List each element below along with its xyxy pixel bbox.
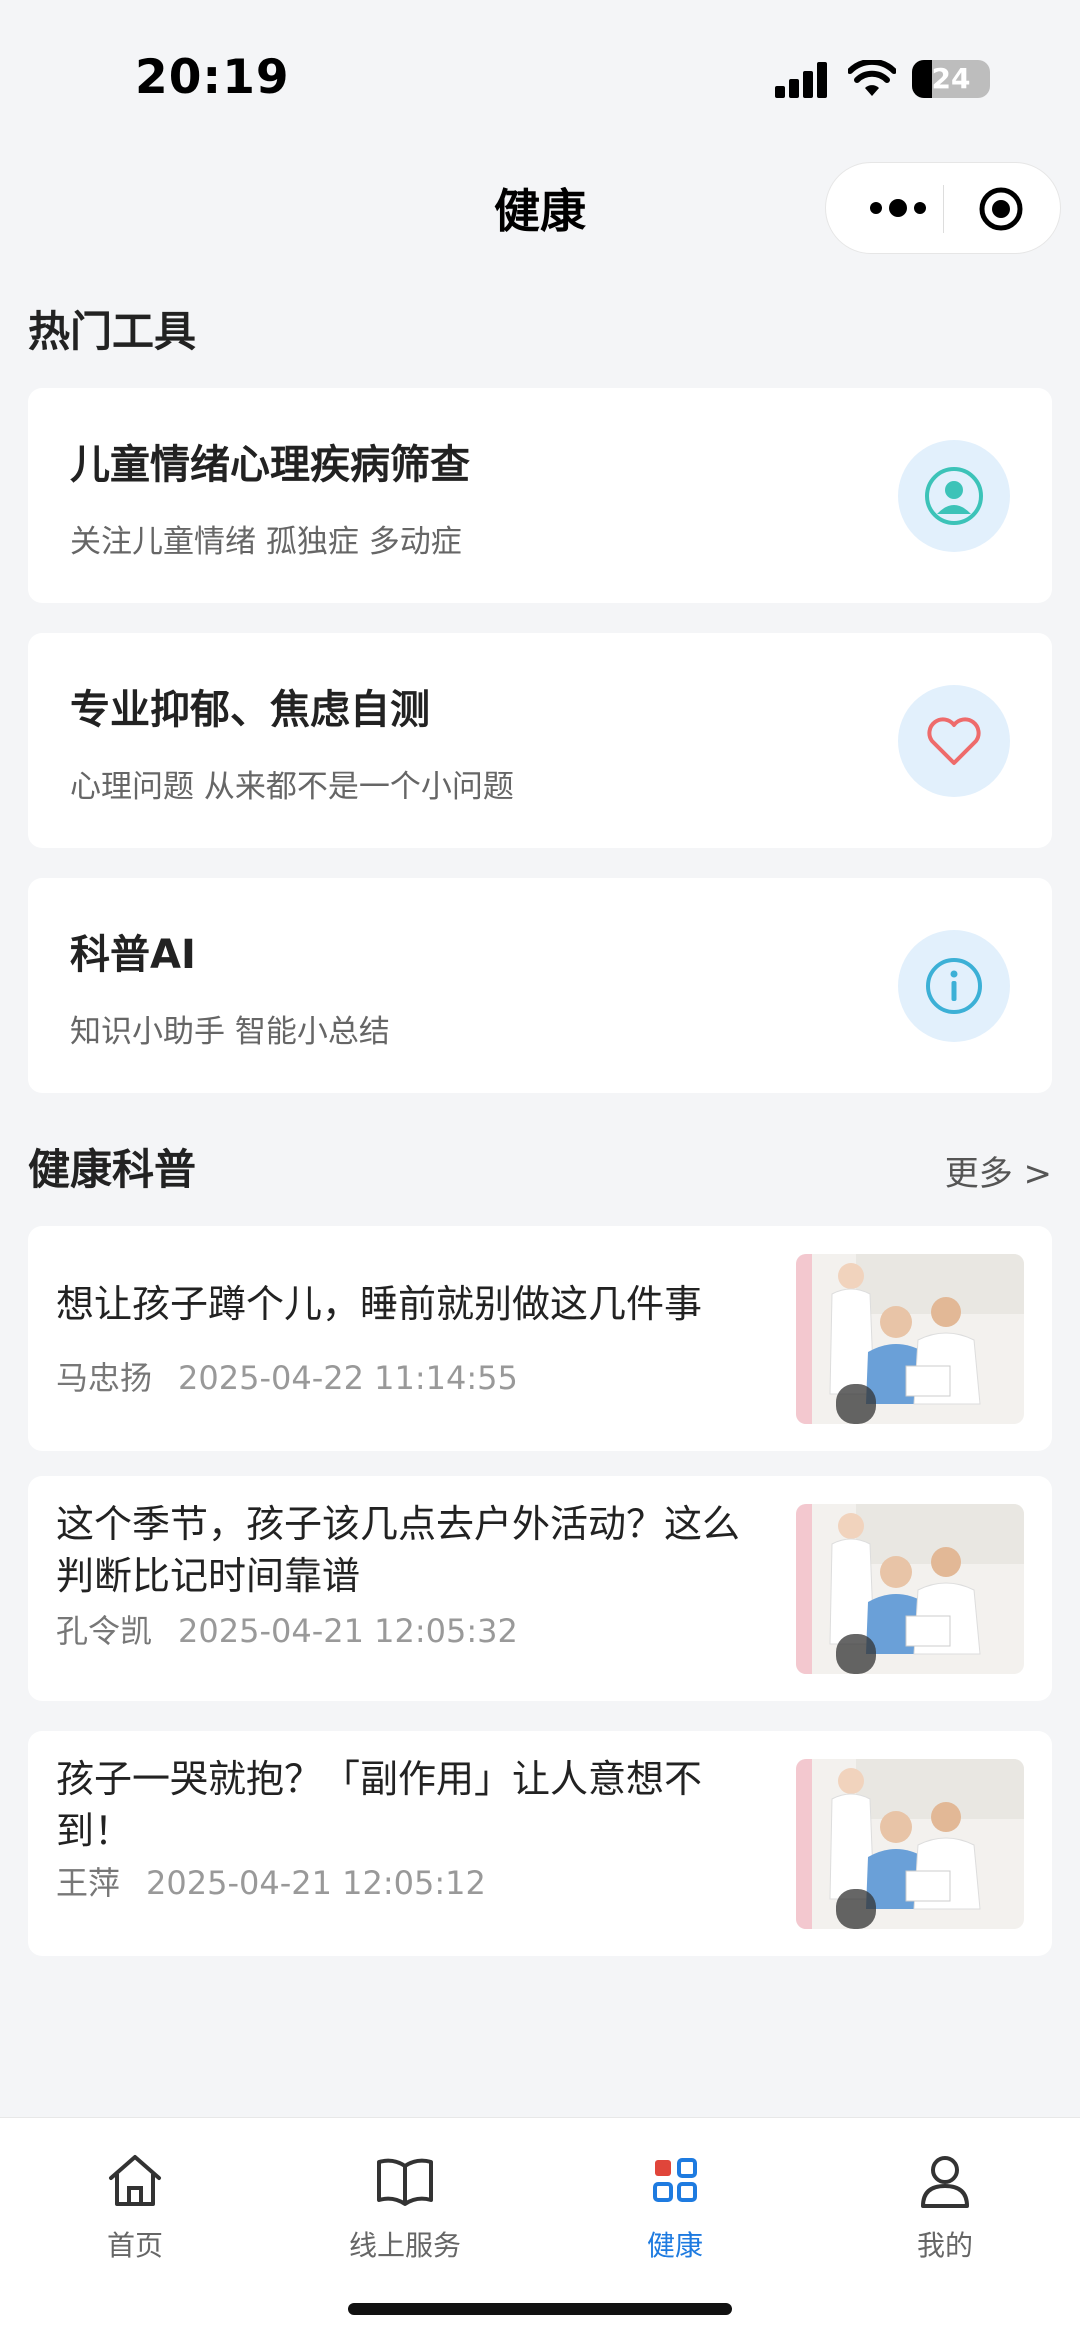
article-time: 2025-04-21 12:05:32 xyxy=(178,1612,518,1650)
person-icon xyxy=(898,440,1010,552)
article-meta: 马忠扬 2025-04-22 11:14:55 xyxy=(56,1353,518,1399)
battery-level: 24 xyxy=(931,62,971,95)
tool-title: 科普AI xyxy=(70,932,196,978)
health-science-title: 健康科普 xyxy=(28,1145,197,1194)
article-card[interactable]: 想让孩子蹲个儿，睡前就别做这几件事 马忠扬 2025-04-22 11:14:55 xyxy=(28,1226,1052,1451)
health-page: 20:19 24 健康 热门工具 儿童情绪心理疾病筛查 关注儿童情绪 孤独症 多… xyxy=(0,0,1080,2341)
home-indicator xyxy=(348,2303,732,2315)
tab-label: 我的 xyxy=(916,2229,973,2262)
tab-home[interactable]: 首页 xyxy=(0,2138,270,2268)
tool-title: 儿童情绪心理疾病筛查 xyxy=(70,442,470,488)
tool-card-child-screening[interactable]: 儿童情绪心理疾病筛查 关注儿童情绪 孤独症 多动症 xyxy=(28,388,1052,603)
article-time: 2025-04-22 11:14:55 xyxy=(178,1359,518,1397)
tab-label: 线上服务 xyxy=(348,2229,461,2262)
grid-icon xyxy=(653,2158,697,2202)
hot-tools-title: 热门工具 xyxy=(28,307,197,356)
user-icon xyxy=(921,2156,969,2208)
tab-label: 首页 xyxy=(106,2229,163,2262)
tab-label: 健康 xyxy=(646,2229,703,2262)
home-icon xyxy=(109,2155,161,2206)
more-link[interactable]: 更多 > xyxy=(945,1146,1052,1195)
tool-card-depression-test[interactable]: 专业抑郁、焦虑自测 心理问题 从来都不是一个小问题 xyxy=(28,633,1052,848)
article-title: 想让孩子蹲个儿，睡前就别做这几件事 xyxy=(56,1282,703,1326)
article-thumbnail xyxy=(796,1504,1024,1674)
more-options-icon[interactable] xyxy=(868,193,928,223)
tool-card-science-ai[interactable]: 科普AI 知识小助手 智能小总结 xyxy=(28,878,1052,1093)
tool-title: 专业抑郁、焦虑自测 xyxy=(70,687,430,733)
close-mini-program-icon[interactable] xyxy=(978,186,1024,232)
article-card[interactable]: 孩子一哭就抱？「副作用」让人意想不到！ 王萍 2025-04-21 12:05:1… xyxy=(28,1731,1052,1956)
article-thumbnail xyxy=(796,1759,1024,1929)
article-card[interactable]: 这个季节，孩子该几点去户外活动？这么判断比记时间靠谱 孔令凯 2025-04-21… xyxy=(28,1476,1052,1701)
book-icon xyxy=(377,2158,433,2206)
mini-program-capsule xyxy=(825,162,1061,254)
article-title: 这个季节，孩子该几点去户外活动？这么判断比记时间靠谱 xyxy=(56,1502,741,1598)
wifi-icon xyxy=(848,60,896,96)
article-thumbnail xyxy=(796,1254,1024,1424)
article-time: 2025-04-21 12:05:12 xyxy=(146,1864,486,1902)
article-meta: 王萍 2025-04-21 12:05:12 xyxy=(56,1858,486,1904)
tool-subtitle: 心理问题 从来都不是一个小问题 xyxy=(70,769,514,805)
article-meta: 孔令凯 2025-04-21 12:05:32 xyxy=(56,1606,518,1652)
tab-online-services[interactable]: 线上服务 xyxy=(270,2138,540,2268)
battery-icon: 24 xyxy=(912,60,990,98)
tool-subtitle: 知识小助手 智能小总结 xyxy=(70,1014,390,1050)
signal-icon xyxy=(775,62,829,98)
article-author: 马忠扬 xyxy=(56,1359,153,1397)
info-icon xyxy=(898,930,1010,1042)
tab-health[interactable]: 健康 xyxy=(540,2138,810,2268)
article-author: 王萍 xyxy=(56,1864,121,1902)
article-title: 孩子一哭就抱？「副作用」让人意想不到！ xyxy=(56,1757,703,1853)
article-author: 孔令凯 xyxy=(56,1612,153,1650)
tool-subtitle: 关注儿童情绪 孤独症 多动症 xyxy=(70,524,462,560)
tab-mine[interactable]: 我的 xyxy=(810,2138,1080,2268)
heart-icon xyxy=(898,685,1010,797)
status-time: 20:19 xyxy=(135,50,290,105)
status-bar: 20:19 24 xyxy=(0,0,1080,150)
